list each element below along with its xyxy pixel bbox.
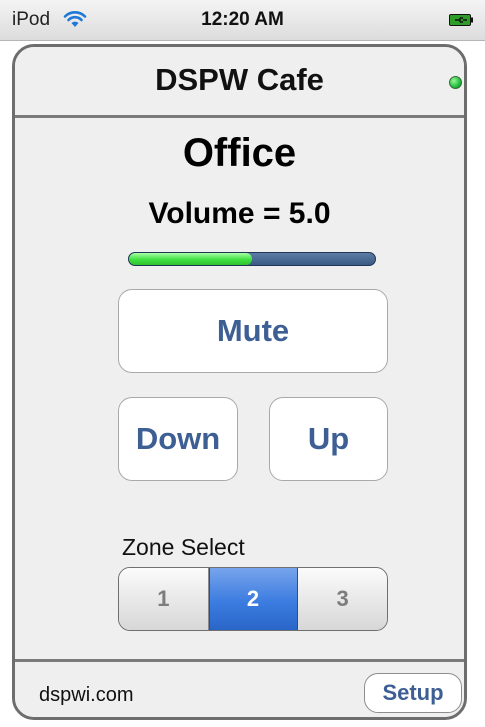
setup-button[interactable]: Setup: [364, 673, 462, 713]
main-panel: DSPW Cafe Office Volume = 5.0 Mute Down …: [12, 44, 467, 720]
status-bar: iPod 12:20 AM: [0, 0, 485, 41]
zone-option-2[interactable]: 2: [208, 568, 299, 630]
status-time: 12:20 AM: [201, 9, 284, 30]
title-bar: DSPW Cafe: [15, 47, 464, 118]
volume-level-bar: [128, 252, 376, 266]
mute-button[interactable]: Mute: [118, 289, 388, 373]
zone-select-label: Zone Select: [122, 534, 245, 560]
volume-level-fill: [129, 253, 252, 265]
zone-name: Office: [182, 131, 297, 175]
battery-charging-icon: [449, 14, 473, 26]
volume-up-button[interactable]: Up: [269, 397, 388, 481]
footer-bar: dspwi.com Setup: [15, 659, 464, 717]
volume-readout: Volume = 5.0: [148, 197, 331, 230]
app-title: DSPW Cafe: [155, 62, 324, 97]
app-screen: iPod 12:20 AM DSPW Cafe Office Volume = …: [0, 0, 485, 727]
website-link[interactable]: dspwi.com: [39, 684, 133, 707]
zone-option-1[interactable]: 1: [119, 568, 209, 630]
zone-select-control: 1 2 3: [118, 567, 388, 631]
zone-option-3[interactable]: 3: [298, 568, 387, 630]
volume-down-button[interactable]: Down: [118, 397, 238, 481]
connection-status-led-icon: [449, 76, 462, 89]
